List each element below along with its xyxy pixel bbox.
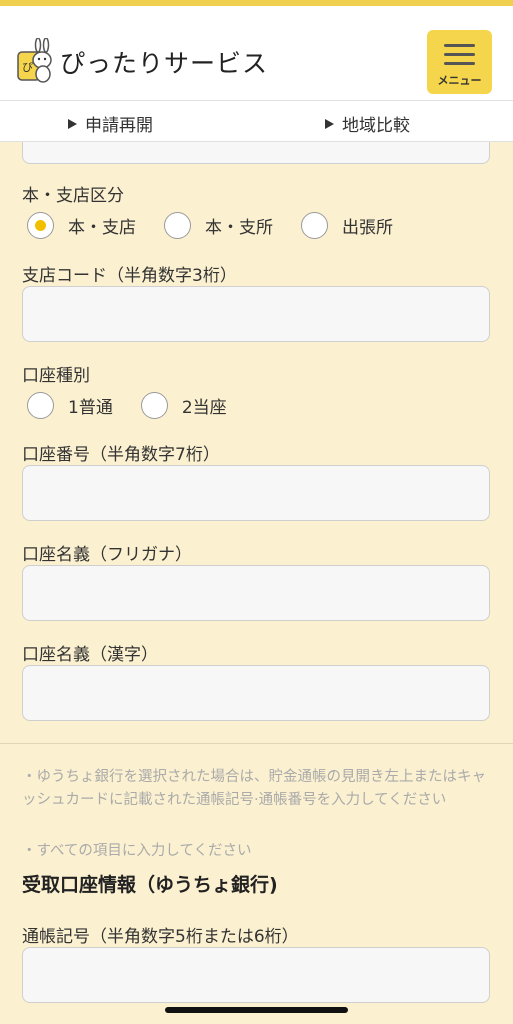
play-triangle-icon bbox=[325, 118, 334, 129]
branch-type-label: 本・支店区分 bbox=[22, 186, 124, 206]
hamburger-icon-bar bbox=[444, 62, 475, 65]
account-type-radio-group: 1普通 2当座 bbox=[27, 392, 255, 419]
branch-code-label: 支店コード（半角数字3桁） bbox=[22, 266, 237, 286]
play-triangle-icon bbox=[68, 118, 77, 129]
yucho-section-title: 受取口座情報（ゆうちょ銀行) bbox=[22, 874, 278, 896]
sub-navigation: 申請再開 地域比較 bbox=[0, 100, 513, 142]
app-title[interactable]: ぴったりサービス bbox=[60, 44, 268, 80]
header-bar: ぴ ぴったりサービス メニュー bbox=[0, 0, 513, 100]
hamburger-icon-bar bbox=[444, 53, 475, 56]
logo-text: ぴ bbox=[22, 61, 33, 74]
resume-application-link[interactable]: 申請再開 bbox=[68, 111, 153, 136]
home-indicator bbox=[165, 1007, 348, 1013]
radio-shucchosho-label: 出張所 bbox=[342, 218, 393, 238]
radio-unselected-icon bbox=[164, 212, 191, 239]
radio-toza-label: 2当座 bbox=[181, 398, 227, 418]
account-name-kanji-label: 口座名義（漢字） bbox=[22, 645, 158, 665]
menu-label: メニュー bbox=[437, 75, 482, 87]
passbook-symbol-label: 通帳記号（半角数字5桁または6桁） bbox=[22, 927, 299, 947]
account-number-label: 口座番号（半角数字7桁） bbox=[22, 445, 220, 465]
radio-unselected-icon bbox=[301, 212, 328, 239]
menu-button[interactable]: メニュー bbox=[427, 30, 492, 94]
account-type-label: 口座種別 bbox=[22, 366, 90, 386]
radio-futsu-label: 1普通 bbox=[68, 398, 113, 418]
radio-unselected-icon bbox=[140, 392, 168, 419]
radio-futsu[interactable]: 1普通 bbox=[27, 392, 113, 419]
radio-toza[interactable]: 2当座 bbox=[140, 392, 227, 419]
radio-honshiten-label: 本・支店 bbox=[68, 218, 136, 238]
hamburger-icon bbox=[444, 44, 475, 47]
account-name-kana-input[interactable] bbox=[22, 565, 490, 621]
app-logo-icon[interactable]: ぴ bbox=[16, 37, 54, 84]
radio-selected-icon bbox=[27, 212, 54, 239]
account-name-kanji-input[interactable] bbox=[22, 665, 490, 721]
region-compare-link[interactable]: 地域比較 bbox=[325, 111, 410, 136]
branch-type-radio-group: 本・支店 本・支所 出張所 bbox=[27, 212, 421, 239]
required-note: ・すべての項目に入力してください bbox=[22, 843, 252, 859]
radio-honshiten[interactable]: 本・支店 bbox=[27, 212, 136, 239]
radio-unselected-icon bbox=[27, 392, 54, 419]
account-number-input[interactable] bbox=[22, 465, 490, 521]
yucho-note: ・ゆうちょ銀行を選択された場合は、貯金通帳の見開き左上またはキャッシュカードに記… bbox=[22, 769, 486, 808]
resume-application-label: 申請再開 bbox=[85, 116, 153, 136]
radio-shucchosho[interactable]: 出張所 bbox=[301, 212, 393, 239]
radio-honshisho-label: 本・支所 bbox=[205, 218, 273, 238]
radio-honshisho[interactable]: 本・支所 bbox=[164, 212, 273, 239]
account-name-kana-label: 口座名義（フリガナ） bbox=[22, 545, 192, 565]
passbook-symbol-input[interactable] bbox=[22, 947, 490, 1003]
section-divider bbox=[0, 743, 513, 744]
branch-code-input[interactable] bbox=[22, 286, 490, 342]
region-compare-label: 地域比較 bbox=[342, 116, 410, 136]
